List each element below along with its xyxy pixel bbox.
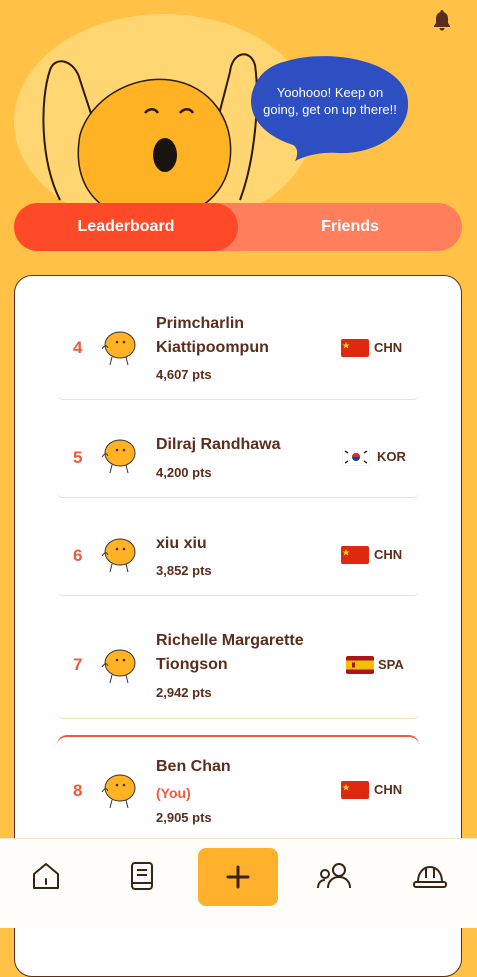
player-name: Dilraj Randhawa (156, 436, 281, 453)
plus-icon (226, 865, 250, 889)
home-icon (33, 863, 59, 889)
player-points: 2,942 pts (156, 685, 212, 700)
china-flag-icon (341, 546, 369, 564)
bell-icon[interactable] (430, 8, 454, 32)
nav-profile[interactable] (410, 856, 450, 896)
country-code: CHN (374, 340, 403, 355)
player-name: Ben Chan (156, 758, 231, 775)
country-code: CHN (374, 782, 403, 797)
leaderboard-row[interactable]: 5 Dilraj Randhawa 4,200 pts KOR (57, 411, 419, 498)
hardhat-icon (413, 865, 447, 888)
friends-icon (317, 863, 351, 889)
rank-number: 5 (73, 448, 83, 467)
nav-book[interactable] (122, 856, 162, 896)
rank-number: 6 (73, 546, 83, 565)
player-name: Primcharlin Kiattipoompun (156, 315, 269, 356)
book-icon (131, 862, 153, 890)
leaderboard-row[interactable]: 6 xiu xiu 3,852 pts CHN (57, 509, 419, 596)
rank-number: 7 (73, 655, 83, 674)
nav-home[interactable] (26, 856, 66, 896)
speech-text: Yoohooo! Keep on going, get on up there!… (263, 85, 397, 117)
korea-flag-icon (342, 448, 370, 466)
player-points: 2,905 pts (156, 810, 212, 825)
mascot-avatar-icon (101, 774, 136, 809)
tab-leaderboard[interactable]: Leaderboard (14, 203, 238, 251)
mascot-illustration (42, 53, 258, 220)
player-points: 4,200 pts (156, 465, 212, 480)
china-flag-icon (341, 339, 369, 357)
tab-switcher: Leaderboard Friends (14, 203, 462, 251)
you-label: (You) (156, 785, 191, 801)
country-code: SPA (378, 657, 404, 672)
player-name: Richelle Margarette Tiongson (156, 632, 304, 673)
tab-friends[interactable]: Friends (238, 203, 462, 251)
player-name: xiu xiu (156, 535, 207, 552)
country-code: KOR (377, 449, 406, 464)
mascot-avatar-icon (101, 331, 136, 366)
player-points: 3,852 pts (156, 563, 212, 578)
rank-number: 4 (73, 338, 83, 357)
china-flag-icon (341, 781, 369, 799)
leaderboard-row[interactable]: 4 Primcharlin Kiattipoompun 4,607 pts CH… (57, 296, 419, 400)
mascot-avatar-icon (101, 439, 136, 474)
mascot-avatar-icon (101, 538, 136, 573)
add-button[interactable] (198, 848, 278, 906)
rank-number: 8 (73, 781, 83, 800)
player-points: 4,607 pts (156, 367, 212, 382)
nav-friends[interactable] (315, 856, 355, 896)
bottom-nav (0, 838, 477, 928)
mascot-avatar-icon (101, 649, 136, 684)
country-code: CHN (374, 547, 403, 562)
spain-flag-icon (346, 656, 374, 674)
leaderboard-row[interactable]: 7 Richelle Margarette Tiongson 2,942 pts… (57, 607, 419, 719)
